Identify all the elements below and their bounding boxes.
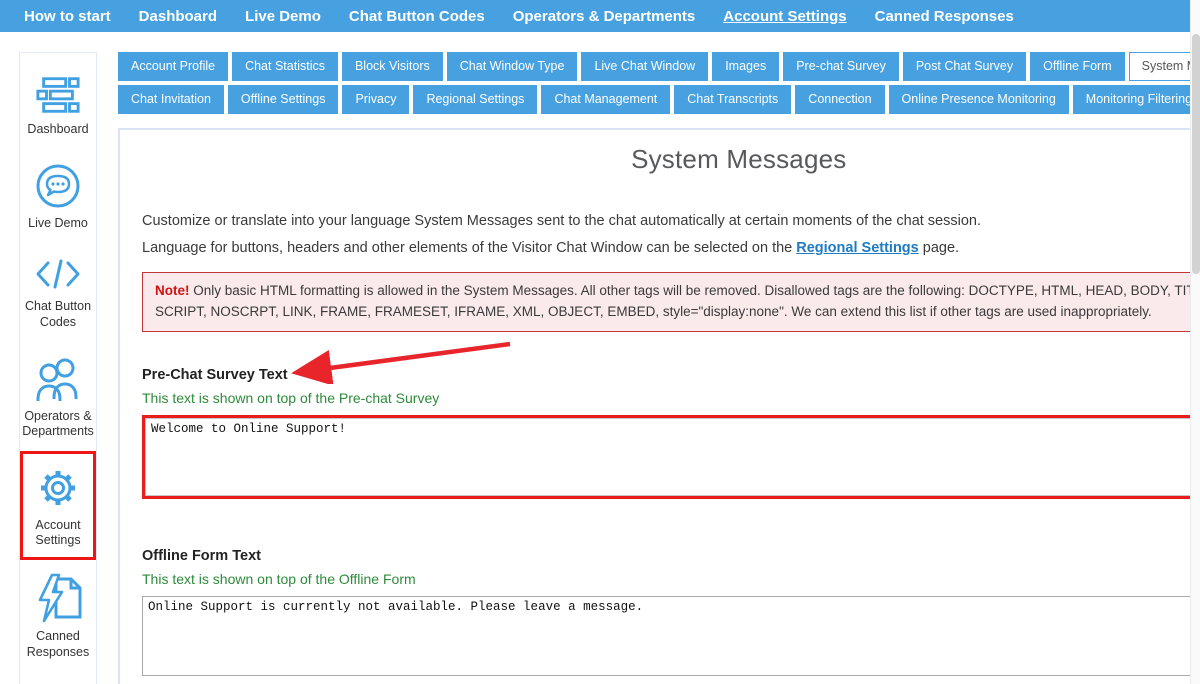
- note-text: Only basic HTML formatting is allowed in…: [155, 283, 1200, 319]
- nav-item-canned-responses[interactable]: Canned Responses: [861, 8, 1028, 25]
- nav-item-chat-button-codes[interactable]: Chat Button Codes: [335, 8, 499, 25]
- pre-chat-survey-textarea[interactable]: Welcome to Online Support!: [145, 418, 1200, 496]
- sidebar-item-operators-departments[interactable]: Operators & Departments: [20, 342, 96, 451]
- dashboard-icon: [35, 74, 81, 116]
- sidebar: Dashboard Live Demo Chat Button Codes: [19, 52, 97, 684]
- intro-text-1: Customize or translate into your languag…: [142, 213, 1200, 229]
- pre-chat-survey-textarea-highlight: Welcome to Online Support!: [142, 415, 1200, 499]
- sidebar-item-label: Chat Button Codes: [25, 299, 91, 330]
- sidebar-item-chat-button-codes[interactable]: Chat Button Codes: [20, 242, 96, 341]
- sidebar-item-live-demo[interactable]: Live Demo: [20, 149, 96, 243]
- chat-bubble-icon: [34, 162, 82, 210]
- tab-monitoring-filtering[interactable]: Monitoring Filtering: [1073, 85, 1200, 114]
- offline-form-text-label: Offline Form Text: [142, 548, 261, 564]
- intro-text-2-prefix: Language for buttons, headers and other …: [142, 240, 796, 256]
- tab-online-presence-monitoring[interactable]: Online Presence Monitoring: [889, 85, 1069, 114]
- nav-item-account-settings[interactable]: Account Settings: [709, 8, 860, 25]
- gear-icon: [34, 464, 82, 512]
- tab-offline-form[interactable]: Offline Form: [1030, 52, 1125, 81]
- page-title: System Messages: [142, 144, 1200, 175]
- pre-chat-survey-text-label: Pre-Chat Survey Text: [142, 367, 288, 383]
- intro-text-2-suffix: page.: [919, 240, 959, 256]
- people-icon: [34, 355, 82, 403]
- settings-tabs-row-2: Chat InvitationOffline SettingsPrivacyRe…: [118, 85, 1200, 114]
- sidebar-item-label: Canned Responses: [25, 629, 91, 660]
- settings-tabs-row-1: Account ProfileChat StatisticsBlock Visi…: [118, 52, 1200, 81]
- lightning-page-icon: [34, 573, 82, 623]
- tab-offline-settings[interactable]: Offline Settings: [228, 85, 339, 114]
- top-navigation: How to startDashboardLive DemoChat Butto…: [0, 0, 1190, 32]
- tab-live-chat-window[interactable]: Live Chat Window: [581, 52, 708, 81]
- tab-chat-window-type[interactable]: Chat Window Type: [447, 52, 578, 81]
- offline-form-hint: This text is shown on top of the Offline…: [142, 571, 1200, 587]
- tab-chat-management[interactable]: Chat Management: [541, 85, 670, 114]
- tab-chat-statistics[interactable]: Chat Statistics: [232, 52, 338, 81]
- pre-chat-survey-section-header: Pre-Chat Survey Text: [142, 366, 1200, 384]
- scrollbar-thumb[interactable]: [1192, 34, 1200, 274]
- offline-form-textarea[interactable]: Online Support is currently not availabl…: [142, 596, 1200, 676]
- tab-block-visitors[interactable]: Block Visitors: [342, 52, 443, 81]
- intro-text-2: Language for buttons, headers and other …: [142, 240, 1200, 256]
- tab-pre-chat-survey[interactable]: Pre-chat Survey: [783, 52, 899, 81]
- nav-item-how-to-start[interactable]: How to start: [10, 8, 125, 25]
- nav-item-dashboard[interactable]: Dashboard: [125, 8, 231, 25]
- sidebar-item-account-settings[interactable]: Account Settings: [20, 451, 96, 560]
- offline-form-section-header: Offline Form Text: [142, 547, 1200, 565]
- tab-connection[interactable]: Connection: [795, 85, 884, 114]
- content-panel: System Messages Customize or translate i…: [118, 128, 1200, 684]
- tab-account-profile[interactable]: Account Profile: [118, 52, 228, 81]
- note-label: Note!: [155, 283, 190, 298]
- tab-images[interactable]: Images: [712, 52, 779, 81]
- tab-post-chat-survey[interactable]: Post Chat Survey: [903, 52, 1026, 81]
- note-box: Note! Only basic HTML formatting is allo…: [142, 272, 1200, 332]
- sidebar-item-label: Operators & Departments: [22, 409, 94, 440]
- sidebar-item-dashboard[interactable]: Dashboard: [20, 61, 96, 149]
- code-icon: [34, 255, 82, 293]
- nav-item-live-demo[interactable]: Live Demo: [231, 8, 335, 25]
- sidebar-item-label: Account Settings: [25, 518, 91, 549]
- nav-item-operators-departments[interactable]: Operators & Departments: [499, 8, 710, 25]
- tab-regional-settings[interactable]: Regional Settings: [413, 85, 537, 114]
- scrollbar[interactable]: [1190, 0, 1200, 684]
- main-area: Account ProfileChat StatisticsBlock Visi…: [118, 52, 1200, 684]
- sidebar-item-canned-responses[interactable]: Canned Responses: [20, 560, 96, 671]
- tab-privacy[interactable]: Privacy: [342, 85, 409, 114]
- sidebar-item-label: Live Demo: [28, 216, 88, 232]
- page-layout: Dashboard Live Demo Chat Button Codes: [0, 32, 1200, 684]
- tab-chat-invitation[interactable]: Chat Invitation: [118, 85, 224, 114]
- offline-form-textarea-wrap: Online Support is currently not availabl…: [142, 596, 1200, 676]
- regional-settings-link[interactable]: Regional Settings: [796, 240, 918, 256]
- red-annotation-arrow: [282, 338, 522, 384]
- tab-chat-transcripts[interactable]: Chat Transcripts: [674, 85, 791, 114]
- sidebar-item-label: Dashboard: [27, 122, 88, 138]
- pre-chat-survey-hint: This text is shown on top of the Pre-cha…: [142, 390, 1200, 406]
